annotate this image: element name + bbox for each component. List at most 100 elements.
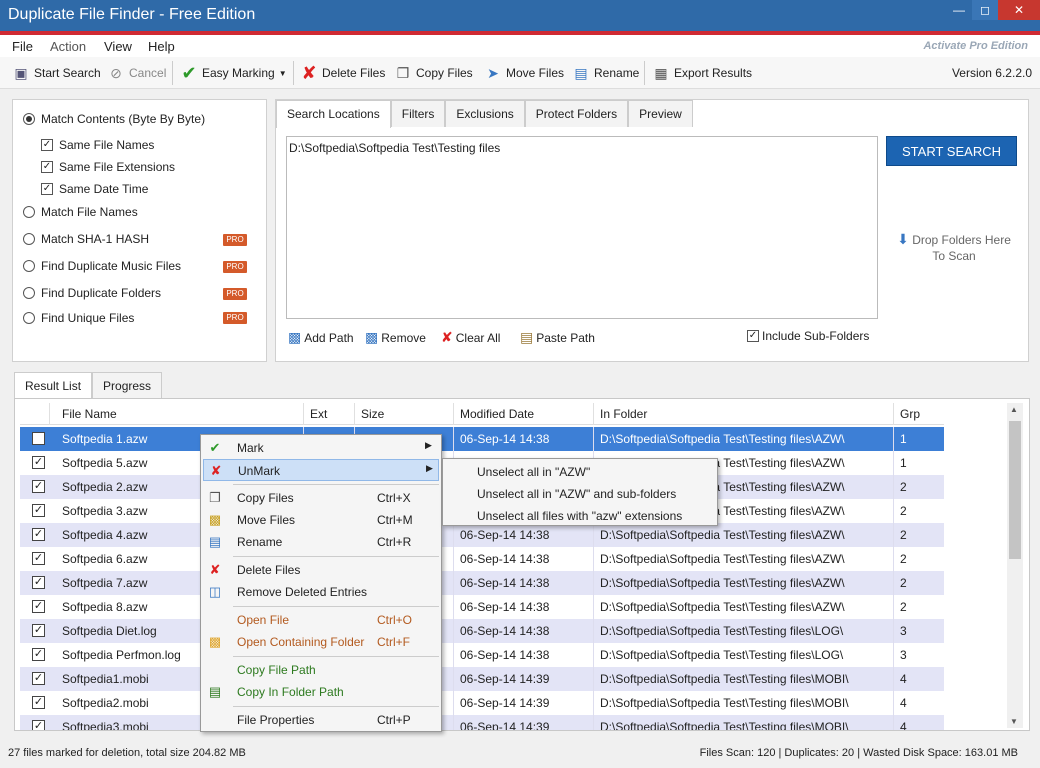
- table-row[interactable]: ✓ Softpedia Perfmon.log 06-Sep-14 14:38 D:\…: [20, 643, 944, 667]
- add-path-button[interactable]: ▩ Add Path: [288, 329, 354, 346]
- menu-item-copy-files[interactable]: ❐ Copy Files Ctrl+X: [203, 487, 439, 509]
- submenu-unselect-all-azw[interactable]: Unselect all in "AZW": [477, 465, 590, 479]
- tab-filters[interactable]: Filters: [390, 100, 446, 127]
- menu-file[interactable]: File: [12, 39, 33, 54]
- scroll-up-icon[interactable]: ▲: [1010, 405, 1018, 414]
- checkbox-checked-icon[interactable]: ✓: [747, 330, 759, 342]
- include-subfolders-checkbox[interactable]: ✓ Include Sub-Folders: [747, 329, 869, 343]
- delete-files-button[interactable]: ✘ Delete Files: [300, 64, 385, 82]
- table-row[interactable]: ✓ Softpedia2.mobi 06-Sep-14 14:39 D:\Softpe…: [20, 691, 944, 715]
- table-row[interactable]: ✓ Softpedia 6.azw 06-Sep-14 14:38 D:\Softpe…: [20, 547, 944, 571]
- menu-item-delete-files[interactable]: ✘ Delete Files: [203, 559, 439, 581]
- start-search-big-button[interactable]: START SEARCH: [886, 136, 1017, 166]
- menu-item-file-properties[interactable]: File Properties Ctrl+P: [203, 709, 439, 731]
- table-row[interactable]: ✓ Softpedia1.mobi 06-Sep-14 14:39 D:\Softpe…: [20, 667, 944, 691]
- scroll-down-icon[interactable]: ▼: [1010, 717, 1018, 726]
- row-checkbox[interactable]: ✓: [32, 456, 45, 469]
- submenu-unselect-azw-subfolders[interactable]: Unselect all in "AZW" and sub-folders: [477, 487, 676, 501]
- minimize-icon[interactable]: —: [946, 0, 972, 20]
- checkbox-checked-icon[interactable]: ✓: [41, 139, 53, 151]
- scroll-thumb[interactable]: [1009, 421, 1021, 559]
- search-locations-list[interactable]: D:\Softpedia\Softpedia Test\Testing file…: [286, 136, 878, 319]
- tab-exclusions[interactable]: Exclusions: [445, 100, 525, 127]
- checkbox-checked-icon[interactable]: ✓: [41, 161, 53, 173]
- row-checkbox[interactable]: ✓: [32, 648, 45, 661]
- start-search-button[interactable]: ▣ Start Search: [12, 64, 100, 82]
- clear-all-button[interactable]: ✘ Clear All: [441, 329, 500, 346]
- col-file-name[interactable]: File Name: [56, 403, 304, 425]
- same-file-names-checkbox[interactable]: ✓ Same File Names: [41, 138, 154, 152]
- menu-item-copy-folder-path[interactable]: ▤ Copy In Folder Path: [203, 681, 439, 703]
- tab-preview[interactable]: Preview: [628, 100, 693, 127]
- submenu-unselect-azw-extension[interactable]: Unselect all files with "azw" extensions: [477, 509, 682, 523]
- cell-modified: 06-Sep-14 14:39: [454, 667, 594, 691]
- tab-protect-folders[interactable]: Protect Folders: [524, 100, 629, 127]
- same-date-time-checkbox[interactable]: ✓ Same Date Time: [41, 182, 148, 196]
- row-checkbox[interactable]: ✓: [32, 720, 45, 730]
- row-checkbox[interactable]: ✓: [32, 576, 45, 589]
- radio-selected[interactable]: [23, 113, 35, 125]
- menu-item-copy-file-path[interactable]: Copy File Path: [203, 659, 439, 681]
- menu-item-move-files[interactable]: ▩ Move Files Ctrl+M: [203, 509, 439, 531]
- checkbox-checked-icon[interactable]: ✓: [41, 183, 53, 195]
- table-row[interactable]: ✓ Softpedia 4.azw 06-Sep-14 14:38 D:\Softpe…: [20, 523, 944, 547]
- row-checkbox[interactable]: ✓: [32, 672, 45, 685]
- tab-search-locations[interactable]: Search Locations: [276, 100, 391, 128]
- radio-icon[interactable]: [23, 260, 35, 272]
- row-checkbox[interactable]: ✓: [32, 528, 45, 541]
- menu-item-open-folder[interactable]: ▩ Open Containing Folder Ctrl+F: [203, 631, 439, 653]
- find-folders-option[interactable]: Find Duplicate Folders: [23, 286, 161, 300]
- find-music-option[interactable]: Find Duplicate Music Files: [23, 259, 181, 273]
- col-modified[interactable]: Modified Date: [454, 403, 594, 425]
- radio-icon[interactable]: [23, 312, 35, 324]
- row-checkbox[interactable]: ✓: [32, 600, 45, 613]
- menu-item-unmark[interactable]: ✘ UnMark ▶: [203, 459, 439, 481]
- remove-path-button[interactable]: ▩ Remove: [365, 329, 426, 346]
- location-item[interactable]: D:\Softpedia\Softpedia Test\Testing file…: [289, 141, 875, 155]
- col-ext[interactable]: Ext: [304, 403, 355, 425]
- same-file-ext-checkbox[interactable]: ✓ Same File Extensions: [41, 160, 175, 174]
- match-contents-option[interactable]: Match Contents (Byte By Byte): [23, 112, 205, 126]
- vertical-scrollbar[interactable]: ▲ ▼: [1007, 403, 1023, 728]
- rename-button[interactable]: ▤ Rename: [572, 64, 639, 82]
- match-file-names-option[interactable]: Match File Names: [23, 205, 138, 219]
- find-unique-option[interactable]: Find Unique Files: [23, 311, 134, 325]
- menu-help[interactable]: Help: [148, 39, 175, 54]
- match-sha1-option[interactable]: Match SHA-1 HASH: [23, 232, 149, 246]
- row-checkbox[interactable]: ✓: [32, 504, 45, 517]
- radio-icon[interactable]: [23, 287, 35, 299]
- tab-progress[interactable]: Progress: [92, 372, 163, 399]
- table-row[interactable]: ✓ Softpedia Diet.log 06-Sep-14 14:38 D:\Sof…: [20, 619, 944, 643]
- menu-item-mark[interactable]: ✔ Mark ▶: [203, 437, 439, 459]
- col-grp[interactable]: Grp: [894, 403, 944, 425]
- easy-marking-button[interactable]: ✔ Easy Marking ▼: [180, 64, 286, 82]
- paste-path-button[interactable]: ▤ Paste Path: [520, 329, 595, 346]
- radio-icon[interactable]: [23, 206, 35, 218]
- table-row[interactable]: ✓ Softpedia 8.azw 06-Sep-14 14:38 D:\Softpe…: [20, 595, 944, 619]
- copy-files-button[interactable]: ❐ Copy Files: [394, 64, 473, 82]
- menu-item-remove-deleted[interactable]: ◫ Remove Deleted Entries: [203, 581, 439, 603]
- maximize-icon[interactable]: ◻: [972, 0, 998, 20]
- move-files-button[interactable]: ➤ Move Files: [484, 64, 564, 82]
- menu-item-open-file[interactable]: Open File Ctrl+O: [203, 609, 439, 631]
- table-row[interactable]: ✓ Softpedia 1.azw 06-Sep-14 14:38 D:\Softpe…: [20, 427, 944, 451]
- row-checkbox[interactable]: ✓: [32, 696, 45, 709]
- tab-result-list[interactable]: Result List: [14, 372, 93, 400]
- col-check-header[interactable]: [20, 403, 50, 425]
- col-folder[interactable]: In Folder: [594, 403, 894, 425]
- close-icon[interactable]: ✕: [998, 0, 1040, 20]
- menu-item-rename[interactable]: ▤ Rename Ctrl+R: [203, 531, 439, 553]
- table-row[interactable]: ✓ Softpedia 7.azw 06-Sep-14 14:38 D:\Softpe…: [20, 571, 944, 595]
- row-checkbox[interactable]: ✓: [32, 552, 45, 565]
- row-checkbox[interactable]: ✓: [32, 624, 45, 637]
- radio-icon[interactable]: [23, 233, 35, 245]
- col-size[interactable]: Size: [355, 403, 454, 425]
- table-row[interactable]: ✓ Softpedia3.mobi 06-Sep-14 14:39 D:\Softpe…: [20, 715, 944, 730]
- export-results-button[interactable]: ▦ Export Results: [652, 64, 752, 82]
- row-checkbox[interactable]: ✓: [32, 480, 45, 493]
- cancel-button[interactable]: ⊘ Cancel: [107, 64, 166, 82]
- menu-view[interactable]: View: [104, 39, 132, 54]
- menu-action[interactable]: Action: [50, 39, 86, 54]
- row-checkbox[interactable]: ✓: [32, 432, 45, 445]
- activate-pro-link[interactable]: Activate Pro Edition: [923, 40, 1028, 52]
